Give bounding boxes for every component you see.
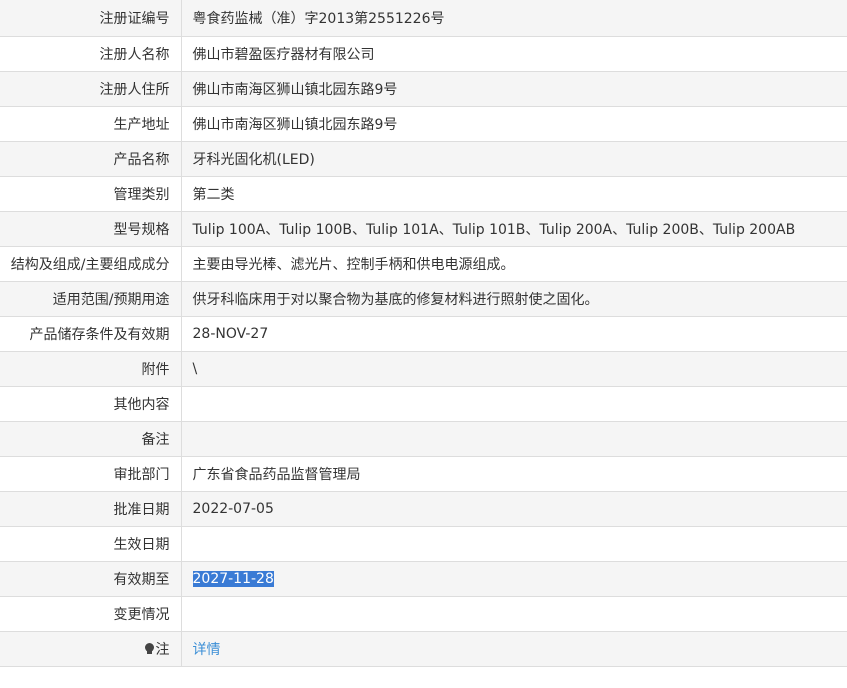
field-value: \ [181, 351, 847, 387]
field-label: 注册人住所 [0, 71, 182, 107]
field-value: Tulip 100A、Tulip 100B、Tulip 101A、Tulip 1… [181, 211, 847, 247]
registration-detail-table: 注册证编号 粤食药监械（准）字2013第2551226号 注册人名称 佛山市碧盈… [0, 0, 847, 667]
field-value: 佛山市南海区狮山镇北园东路9号 [181, 106, 847, 142]
field-label: 产品储存条件及有效期 [0, 316, 182, 352]
field-value: 广东省食品药品监督管理局 [181, 456, 847, 492]
field-label: 批准日期 [0, 491, 182, 527]
row-registration-number: 注册证编号 粤食药监械（准）字2013第2551226号 [0, 0, 847, 37]
row-storage-conditions: 产品储存条件及有效期 28-NOV-27 [0, 316, 847, 352]
row-intended-use: 适用范围/预期用途 供牙科临床用于对以聚合物为基底的修复材料进行照射使之固化。 [0, 281, 847, 317]
field-value: 供牙科临床用于对以聚合物为基底的修复材料进行照射使之固化。 [181, 281, 847, 317]
row-approval-department: 审批部门 广东省食品药品监督管理局 [0, 456, 847, 492]
row-remarks: 备注 [0, 421, 847, 457]
field-label: 附件 [0, 351, 182, 387]
row-structure-composition: 结构及组成/主要组成成分 主要由导光棒、滤光片、控制手柄和供电电源组成。 [0, 246, 847, 282]
field-value: 佛山市碧盈医疗器材有限公司 [181, 36, 847, 72]
field-value [181, 421, 847, 457]
field-label: 注册证编号 [0, 0, 182, 37]
field-value: 粤食药监械（准）字2013第2551226号 [181, 0, 847, 37]
field-value [181, 386, 847, 422]
row-valid-until: 有效期至 2027-11-28 [0, 561, 847, 597]
field-value: 2027-11-28 [181, 561, 847, 597]
field-label: 适用范围/预期用途 [0, 281, 182, 317]
field-label: 生效日期 [0, 526, 182, 562]
row-registrant-name: 注册人名称 佛山市碧盈医疗器材有限公司 [0, 36, 847, 72]
field-value: 详情 [181, 631, 847, 667]
row-product-name: 产品名称 牙科光固化机(LED) [0, 141, 847, 177]
row-change-history: 变更情况 [0, 596, 847, 632]
field-label: 备注 [0, 421, 182, 457]
row-model-spec: 型号规格 Tulip 100A、Tulip 100B、Tulip 101A、Tu… [0, 211, 847, 247]
field-label: 生产地址 [0, 106, 182, 142]
field-label: 审批部门 [0, 456, 182, 492]
row-note: 注 详情 [0, 631, 847, 667]
field-label: 管理类别 [0, 176, 182, 212]
note-label: 注 [155, 641, 170, 658]
row-registrant-address: 注册人住所 佛山市南海区狮山镇北园东路9号 [0, 71, 847, 107]
row-effective-date: 生效日期 [0, 526, 847, 562]
row-attachment: 附件 \ [0, 351, 847, 387]
field-label: 注册人名称 [0, 36, 182, 72]
lightbulb-icon [144, 642, 154, 655]
field-value: 牙科光固化机(LED) [181, 141, 847, 177]
field-value [181, 526, 847, 562]
row-other-content: 其他内容 [0, 386, 847, 422]
field-value: 佛山市南海区狮山镇北园东路9号 [181, 71, 847, 107]
field-value: 28-NOV-27 [181, 316, 847, 352]
field-label: 产品名称 [0, 141, 182, 177]
field-value: 第二类 [181, 176, 847, 212]
selected-text[interactable]: 2027-11-28 [192, 570, 274, 587]
row-management-category: 管理类别 第二类 [0, 176, 847, 212]
field-label: 有效期至 [0, 561, 182, 597]
field-label: 结构及组成/主要组成成分 [0, 246, 182, 282]
row-production-address: 生产地址 佛山市南海区狮山镇北园东路9号 [0, 106, 847, 142]
field-label: 其他内容 [0, 386, 182, 422]
field-label: 变更情况 [0, 596, 182, 632]
field-value [181, 596, 847, 632]
details-link[interactable]: 详情 [193, 642, 221, 658]
note-label-cell: 注 [0, 631, 182, 667]
field-value: 2022-07-05 [181, 491, 847, 527]
field-label: 型号规格 [0, 211, 182, 247]
row-approval-date: 批准日期 2022-07-05 [0, 491, 847, 527]
field-value: 主要由导光棒、滤光片、控制手柄和供电电源组成。 [181, 246, 847, 282]
